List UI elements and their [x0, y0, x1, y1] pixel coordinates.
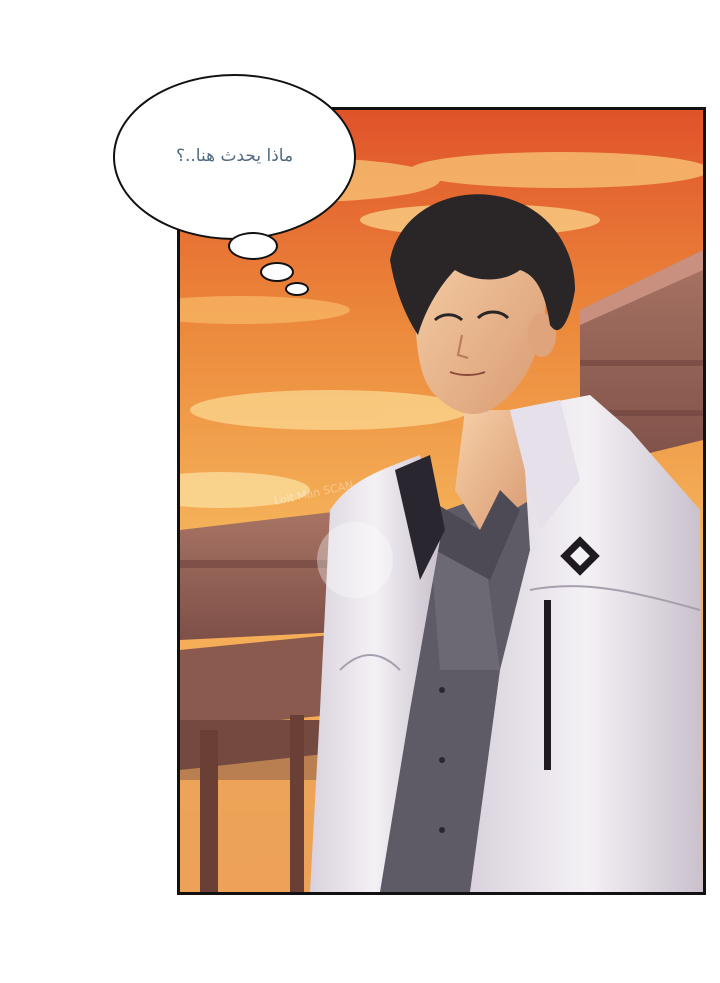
thought-bubble-tail-1: [228, 232, 278, 260]
thought-bubble: ماذا يحدث هنا..؟: [113, 74, 356, 240]
thought-bubble-text: ماذا يحدث هنا..؟: [175, 146, 294, 166]
thought-bubble-tail-3: [285, 282, 309, 296]
thought-bubble-tail-2: [260, 262, 294, 282]
